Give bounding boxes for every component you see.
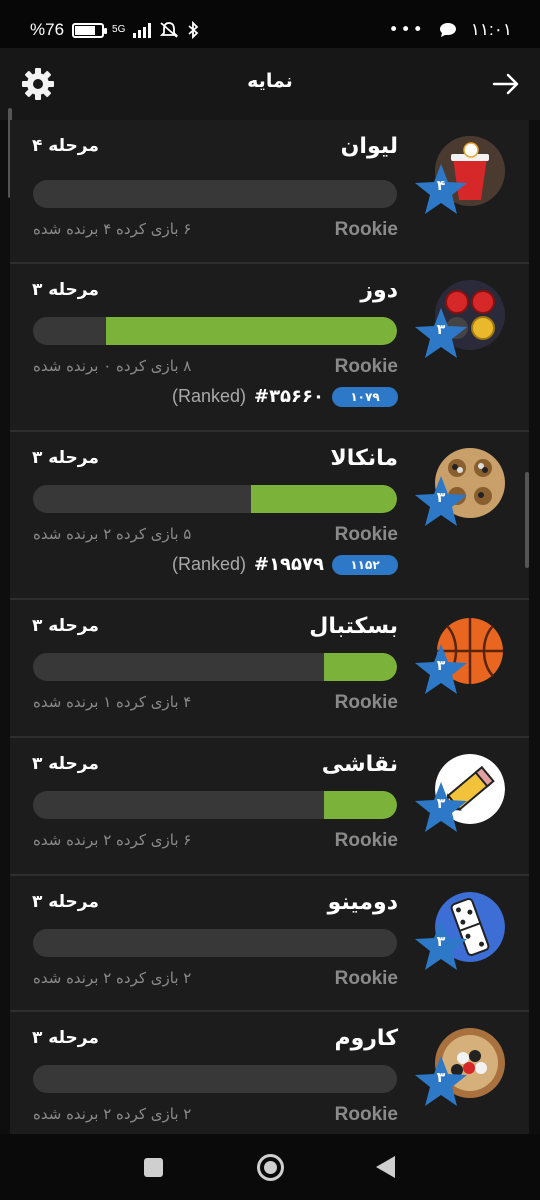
clock: ۱۱:۰۱ bbox=[470, 20, 512, 39]
game-stats: ۴ بازی کرده ۱ برنده شده bbox=[33, 693, 192, 711]
game-level: مرحله ۳ bbox=[32, 448, 99, 468]
star-level: ۳ bbox=[436, 934, 446, 950]
network-label: 5G bbox=[112, 24, 126, 35]
star-level: ۳ bbox=[436, 322, 446, 338]
battery-icon bbox=[72, 22, 108, 38]
progress-fill bbox=[324, 653, 397, 681]
ranked-row: (Ranked) #۳۵۶۶۰ ۱۰۷۹ bbox=[172, 386, 398, 407]
game-card[interactable]: نقاشی مرحله ۳ ۶ بازی کرده ۲ برنده شده Ro… bbox=[10, 738, 529, 876]
rank-label: Rookie bbox=[334, 524, 398, 545]
status-bar: %76 5G ••• ۱۱:۰۱ bbox=[0, 0, 540, 48]
rank-label: Rookie bbox=[334, 356, 398, 377]
progress-bar bbox=[33, 929, 397, 957]
rating-badge: ۱۰۷۹ bbox=[332, 386, 398, 407]
progress-bar bbox=[33, 791, 397, 819]
game-card[interactable]: مانکالا مرحله ۳ ۵ بازی کرده ۲ برنده شده … bbox=[10, 432, 529, 600]
star-level: ۳ bbox=[436, 796, 446, 812]
game-level: مرحله ۳ bbox=[32, 754, 99, 774]
app-header: نمایه bbox=[0, 48, 540, 120]
rating-badge: ۱۱۵۲ bbox=[332, 554, 398, 575]
rank-label: Rookie bbox=[334, 830, 398, 851]
ranked-position: #۱۹۵۷۹ bbox=[253, 554, 324, 575]
mute-icon bbox=[160, 22, 179, 38]
star-level: ۴ bbox=[436, 178, 446, 194]
game-card[interactable]: کاروم مرحله ۳ ۲ بازی کرده ۲ برنده شده Ro… bbox=[10, 1012, 529, 1134]
progress-bar bbox=[33, 1065, 397, 1093]
game-level: مرحله ۳ bbox=[32, 616, 99, 636]
system-nav-bar bbox=[0, 1134, 540, 1200]
chat-icon bbox=[439, 23, 456, 37]
game-stats: ۲ بازی کرده ۲ برنده شده bbox=[33, 969, 192, 987]
game-name: کاروم bbox=[334, 1026, 398, 1051]
game-stats: ۲ بازی کرده ۲ برنده شده bbox=[33, 1105, 192, 1123]
progress-bar bbox=[33, 485, 397, 513]
game-stats: ۶ بازی کرده ۴ برنده شده bbox=[33, 220, 192, 238]
game-card[interactable]: دومینو مرحله ۳ ۲ بازی کرده ۲ برنده شده R… bbox=[10, 876, 529, 1012]
game-level: مرحله ۳ bbox=[32, 892, 99, 912]
star-level: ۳ bbox=[436, 658, 446, 674]
game-stats: ۶ بازی کرده ۲ برنده شده bbox=[33, 831, 192, 849]
game-name: نقاشی bbox=[321, 752, 398, 777]
rank-label: Rookie bbox=[334, 968, 398, 989]
rank-label: Rookie bbox=[334, 219, 398, 240]
game-card[interactable]: دوز مرحله ۳ ۸ بازی کرده ۰ برنده شده Rook… bbox=[10, 264, 529, 432]
ranked-label: (Ranked) bbox=[171, 554, 246, 574]
ranked-row: (Ranked) #۱۹۵۷۹ ۱۱۵۲ bbox=[172, 554, 398, 575]
signal-icon bbox=[133, 22, 152, 38]
game-card[interactable]: لیوان مرحله ۴ ۶ بازی کرده ۴ برنده شده Ro… bbox=[10, 120, 529, 264]
recent-apps-icon[interactable] bbox=[144, 1158, 163, 1177]
rank-label: Rookie bbox=[334, 1104, 398, 1125]
game-level: مرحله ۳ bbox=[32, 1028, 99, 1048]
game-name: مانکالا bbox=[330, 446, 398, 471]
progress-bar bbox=[33, 180, 397, 208]
game-stats: ۸ بازی کرده ۰ برنده شده bbox=[33, 357, 192, 375]
game-level: مرحله ۴ bbox=[32, 136, 99, 156]
bluetooth-icon bbox=[188, 21, 199, 39]
star-level: ۳ bbox=[436, 1070, 446, 1086]
status-bar-right: ••• ۱۱:۰۱ bbox=[389, 20, 512, 40]
game-name: لیوان bbox=[340, 134, 398, 159]
home-icon[interactable] bbox=[257, 1154, 284, 1181]
game-name: دوز bbox=[360, 278, 398, 303]
game-stats-list: لیوان مرحله ۴ ۶ بازی کرده ۴ برنده شده Ro… bbox=[10, 120, 529, 1134]
arrow-right-icon[interactable] bbox=[490, 68, 522, 100]
game-stats: ۵ بازی کرده ۲ برنده شده bbox=[33, 525, 192, 543]
battery-fill bbox=[75, 25, 95, 35]
rank-label: Rookie bbox=[334, 692, 398, 713]
battery-percent: %76 bbox=[30, 20, 65, 39]
progress-fill bbox=[324, 791, 397, 819]
back-icon[interactable] bbox=[376, 1156, 395, 1178]
scrollbar-right[interactable] bbox=[525, 472, 529, 568]
progress-fill bbox=[251, 485, 397, 513]
progress-bar bbox=[33, 653, 397, 681]
ranked-label: (Ranked) bbox=[171, 386, 246, 406]
game-level: مرحله ۳ bbox=[32, 280, 99, 300]
page-title: نمایه bbox=[247, 70, 293, 92]
overflow-dots: ••• bbox=[388, 20, 425, 40]
star-level: ۳ bbox=[436, 490, 446, 506]
game-name: دومینو bbox=[327, 890, 398, 915]
game-card[interactable]: بسکتبال مرحله ۳ ۴ بازی کرده ۱ برنده شده … bbox=[10, 600, 529, 738]
progress-fill bbox=[105, 317, 397, 345]
game-name: بسکتبال bbox=[309, 614, 398, 639]
status-bar-left: %76 5G bbox=[30, 20, 199, 40]
progress-bar bbox=[33, 317, 397, 345]
ranked-position: #۳۵۶۶۰ bbox=[253, 386, 324, 407]
